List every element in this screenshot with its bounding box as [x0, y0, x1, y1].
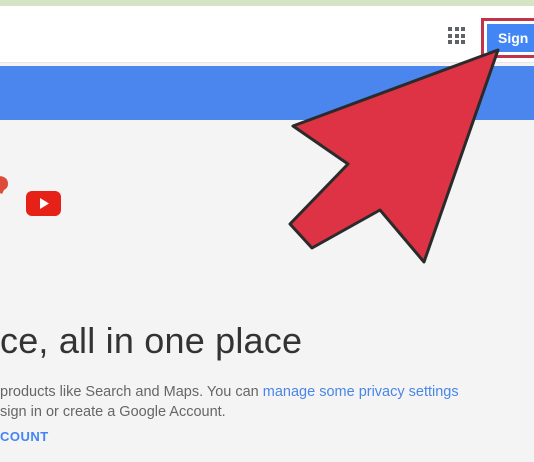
signin-highlight-box: Sign [481, 18, 534, 58]
google-plus-icon [0, 176, 8, 194]
privacy-settings-link[interactable]: manage some privacy settings [263, 384, 459, 400]
description-text: products like Search and Maps. You can m… [0, 382, 459, 422]
description-line-2: sign in or create a Google Account. [0, 404, 226, 420]
sign-in-button[interactable]: Sign [487, 24, 534, 52]
page: Sign ce, all in one place products like … [0, 0, 534, 462]
page-headline: ce, all in one place [0, 320, 303, 361]
description-line-1-text: products like Search and Maps. You can [0, 384, 263, 400]
blue-banner [0, 66, 534, 120]
description-line-1: products like Search and Maps. You can m… [0, 382, 459, 402]
grid-icon[interactable] [448, 27, 465, 44]
youtube-icon[interactable] [26, 191, 61, 216]
create-account-link[interactable]: COUNT [0, 429, 49, 444]
header-bar: Sign [0, 6, 534, 63]
